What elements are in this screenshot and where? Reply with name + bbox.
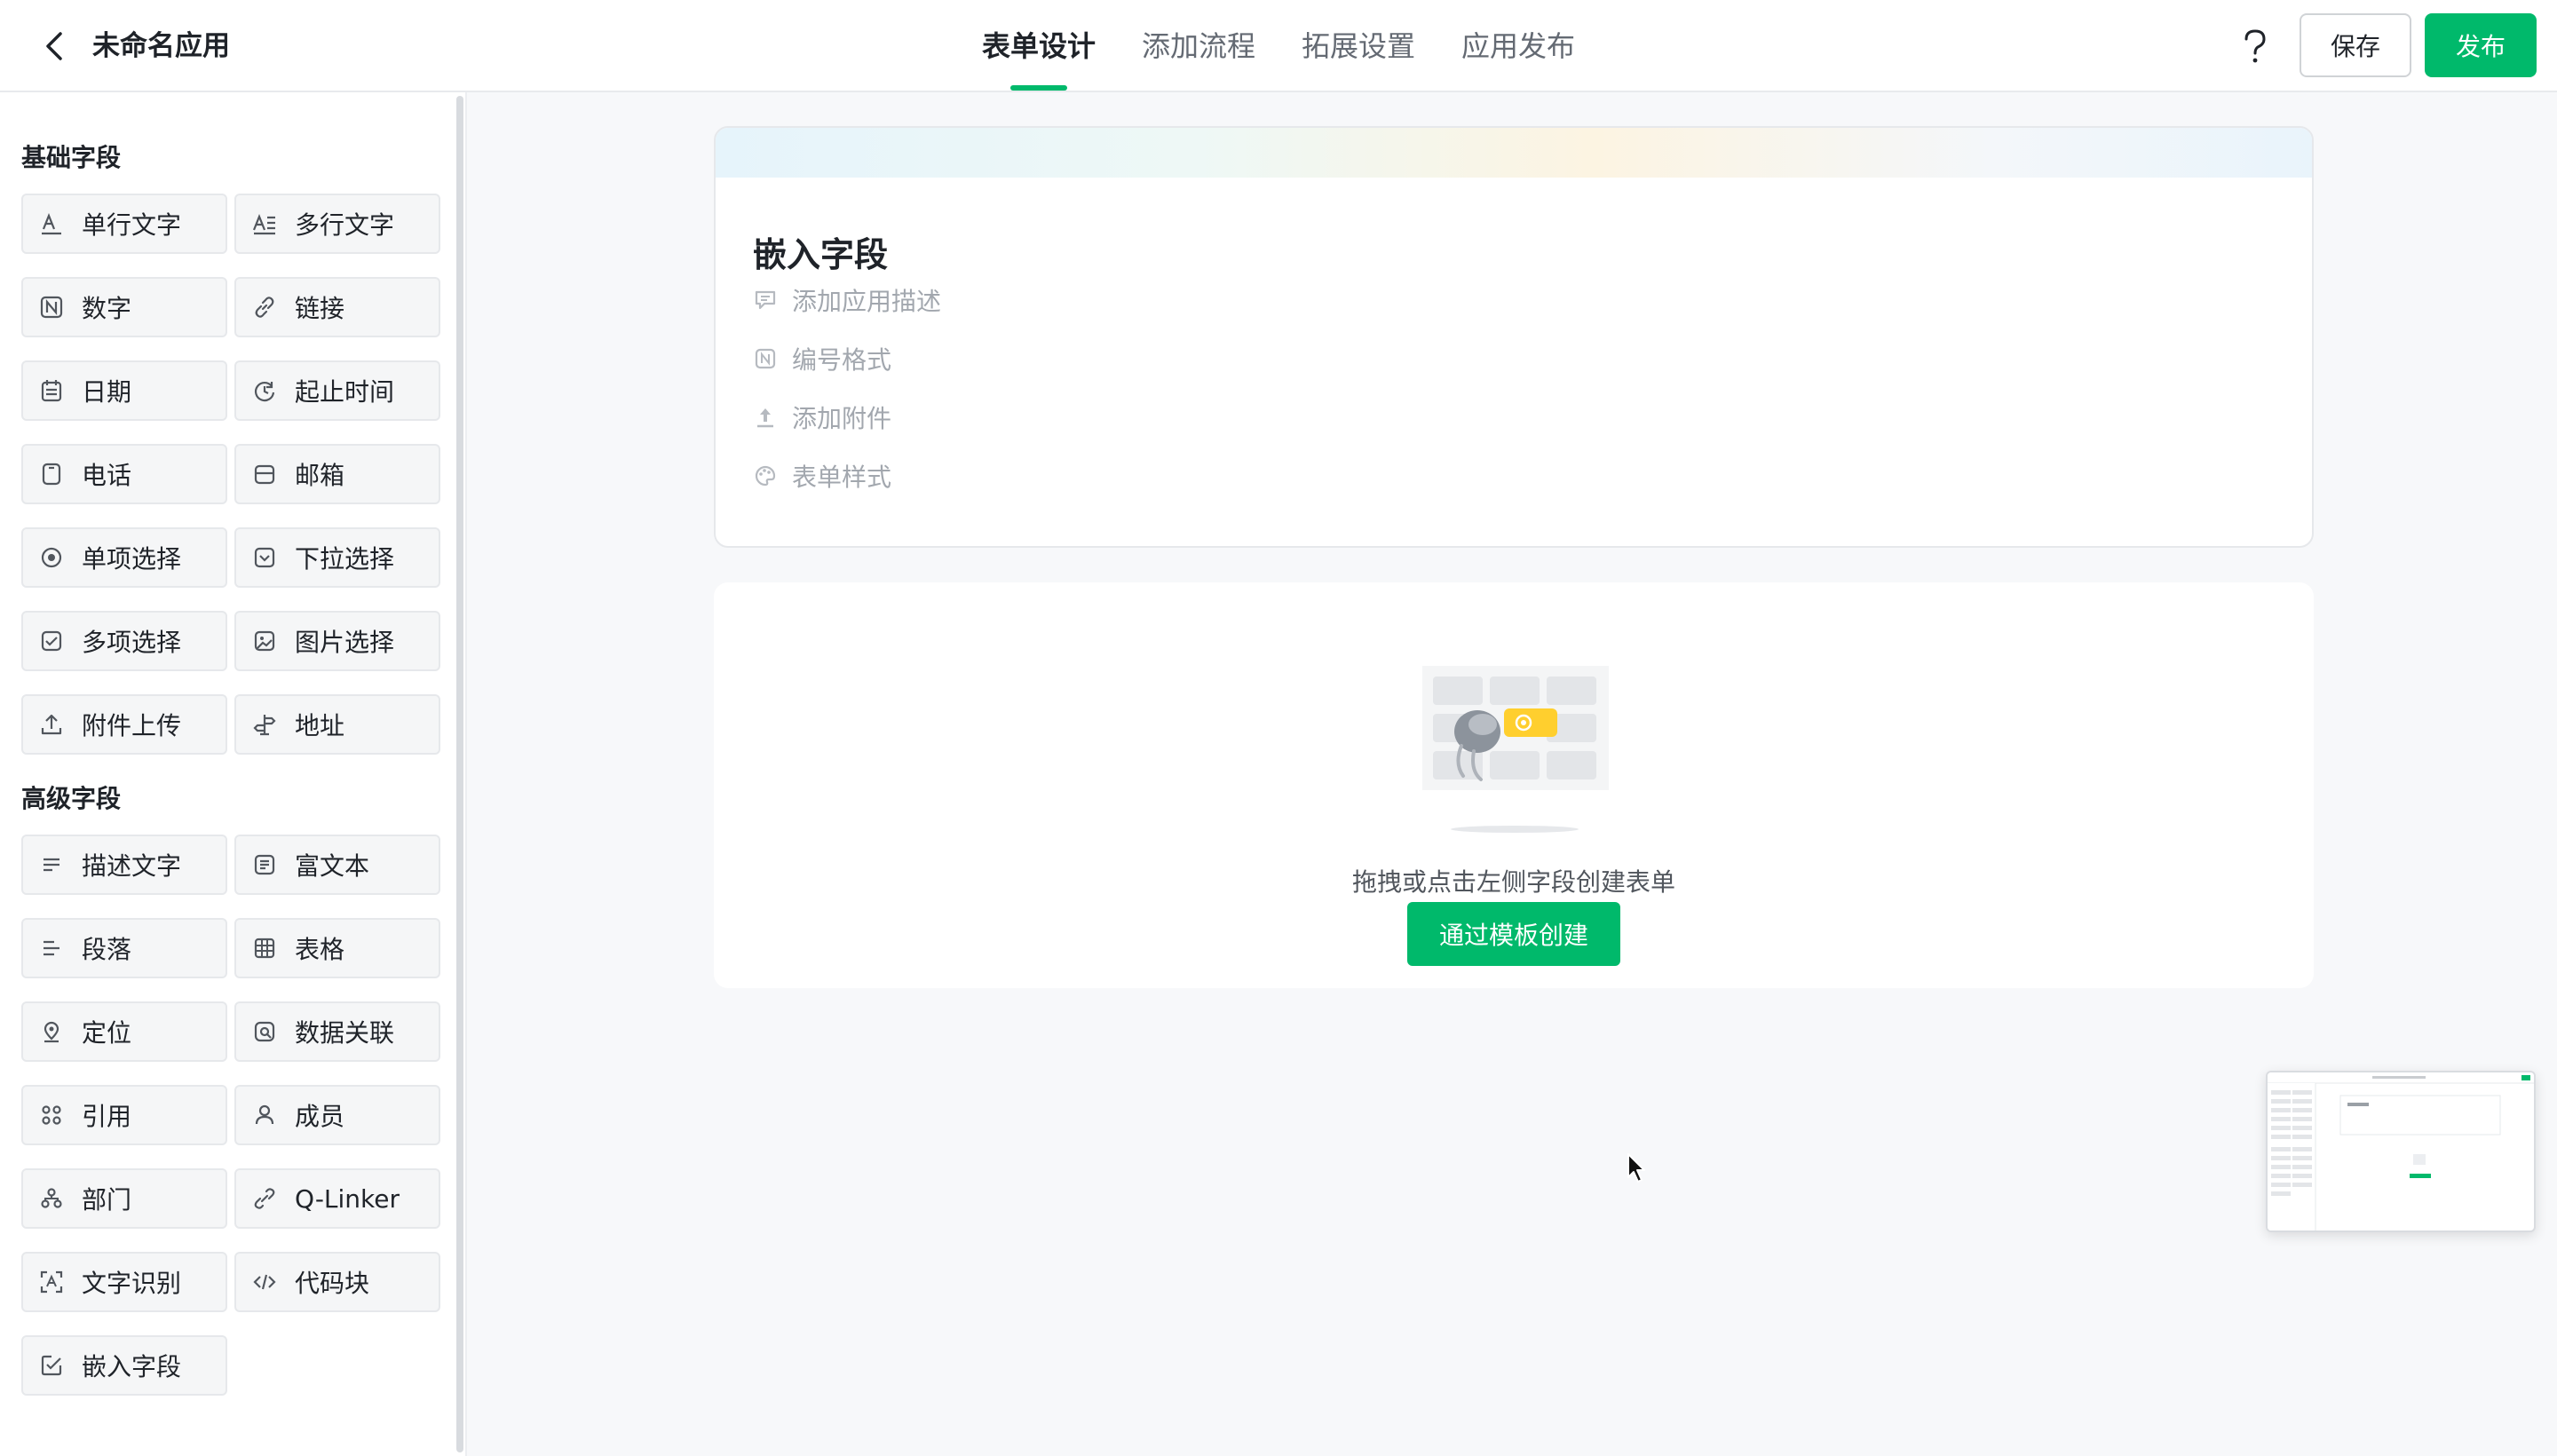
field-dropdown[interactable]: 下拉选择	[234, 527, 440, 588]
basic-fields-title: 基础字段	[21, 143, 122, 172]
form-body-empty-card[interactable]: 拖拽或点击左侧字段创建表单 通过模板创建	[714, 582, 2314, 988]
field-radio[interactable]: 单项选择	[21, 527, 227, 588]
basic-fields-grid: 单行文字 多行文字 数字 链接 日期 起止时间 电话 邮箱 单项选择 下拉选择 …	[21, 194, 440, 755]
field-embed[interactable]: 嵌入字段	[21, 1335, 227, 1396]
tab-form-design[interactable]: 表单设计	[959, 0, 1119, 92]
number-icon	[39, 295, 64, 320]
sidebar-scrollbar[interactable]	[456, 96, 463, 1452]
rich-text-icon	[252, 852, 277, 877]
add-app-description[interactable]: 添加应用描述	[753, 282, 941, 318]
field-single-line-text[interactable]: 单行文字	[21, 194, 227, 254]
form-title[interactable]: 嵌入字段	[753, 227, 888, 276]
link-icon	[252, 295, 277, 320]
multi-line-text-icon	[252, 211, 277, 236]
comment-icon	[753, 288, 778, 313]
embed-icon	[39, 1353, 64, 1378]
add-attachment-option[interactable]: 添加附件	[753, 400, 891, 435]
upload-icon	[39, 712, 64, 737]
image-icon	[252, 629, 277, 653]
attachment-upload-icon	[753, 405, 778, 430]
description-icon	[39, 852, 64, 877]
tab-extension-settings[interactable]: 拓展设置	[1278, 0, 1438, 92]
signpost-icon	[252, 712, 277, 737]
time-range-icon	[252, 378, 277, 403]
field-sidebar: 基础字段 单行文字 多行文字 数字 链接 日期 起止时间 电话 邮箱 单项选择 …	[0, 92, 467, 1456]
user-icon	[252, 1103, 277, 1128]
palette-icon	[753, 463, 778, 488]
q-linker-icon	[252, 1186, 277, 1211]
field-checkbox[interactable]: 多项选择	[21, 611, 227, 671]
empty-form-illustration	[1422, 666, 1609, 833]
field-paragraph[interactable]: 段落	[21, 918, 227, 978]
field-upload[interactable]: 附件上传	[21, 694, 227, 755]
single-line-text-icon	[39, 211, 64, 236]
data-link-icon	[252, 1019, 277, 1044]
tab-add-process[interactable]: 添加流程	[1119, 0, 1278, 92]
field-multi-line-text[interactable]: 多行文字	[234, 194, 440, 254]
mouse-cursor-icon	[1627, 1153, 1645, 1183]
empty-state-text: 拖拽或点击左侧字段创建表单	[1351, 867, 1675, 897]
field-department[interactable]: 部门	[21, 1168, 227, 1229]
radio-icon	[39, 545, 64, 570]
form-style-option[interactable]: 表单样式	[753, 458, 891, 494]
mail-icon	[252, 462, 277, 487]
paragraph-icon	[39, 936, 64, 961]
field-phone[interactable]: 电话	[21, 444, 227, 504]
calendar-icon	[39, 378, 64, 403]
table-icon	[252, 936, 277, 961]
field-image-select[interactable]: 图片选择	[234, 611, 440, 671]
field-member[interactable]: 成员	[234, 1085, 440, 1145]
field-code-block[interactable]: 代码块	[234, 1252, 440, 1312]
field-table[interactable]: 表格	[234, 918, 440, 978]
preview-miniature	[2268, 1072, 2534, 1230]
location-icon	[39, 1019, 64, 1044]
field-rich-text[interactable]: 富文本	[234, 835, 440, 895]
field-description[interactable]: 描述文字	[21, 835, 227, 895]
tab-app-publish[interactable]: 应用发布	[1438, 0, 1598, 92]
save-button[interactable]: 保存	[2300, 13, 2411, 77]
field-date[interactable]: 日期	[21, 360, 227, 421]
department-icon	[39, 1186, 64, 1211]
number-format-icon	[753, 346, 778, 371]
checkbox-icon	[39, 629, 64, 653]
chevron-left-icon	[46, 32, 62, 60]
help-button[interactable]	[2236, 25, 2275, 67]
field-time-range[interactable]: 起止时间	[234, 360, 440, 421]
code-icon	[252, 1270, 277, 1294]
phone-icon	[39, 462, 64, 487]
app-title[interactable]: 未命名应用	[92, 27, 230, 66]
field-location[interactable]: 定位	[21, 1001, 227, 1062]
field-data-link[interactable]: 数据关联	[234, 1001, 440, 1062]
advanced-fields-title: 高级字段	[21, 784, 122, 813]
main-tabs: 表单设计 添加流程 拓展设置 应用发布	[959, 0, 1598, 92]
field-q-linker[interactable]: Q-Linker	[234, 1168, 440, 1229]
ocr-icon	[39, 1270, 64, 1294]
field-reference[interactable]: 引用	[21, 1085, 227, 1145]
publish-button[interactable]: 发布	[2425, 13, 2537, 77]
field-link[interactable]: 链接	[234, 277, 440, 337]
advanced-fields-grid: 描述文字 富文本 段落 表格 定位 数据关联 引用 成员 部门 Q-Linker…	[21, 835, 440, 1396]
form-header-card: 嵌入字段 添加应用描述 编号格式 添加附件 表单样式	[714, 126, 2314, 548]
form-header-banner	[716, 128, 2312, 178]
field-email[interactable]: 邮箱	[234, 444, 440, 504]
reference-icon	[39, 1103, 64, 1128]
top-header: 未命名应用 表单设计 添加流程 拓展设置 应用发布 保存 发布	[0, 0, 2557, 92]
back-button[interactable]	[36, 27, 75, 66]
number-format-option[interactable]: 编号格式	[753, 341, 891, 376]
question-icon	[2244, 29, 2266, 63]
create-from-template-button[interactable]: 通过模板创建	[1407, 902, 1620, 966]
field-number[interactable]: 数字	[21, 277, 227, 337]
field-ocr[interactable]: 文字识别	[21, 1252, 227, 1312]
field-address[interactable]: 地址	[234, 694, 440, 755]
page-preview-thumbnail[interactable]	[2266, 1071, 2536, 1232]
dropdown-icon	[252, 545, 277, 570]
